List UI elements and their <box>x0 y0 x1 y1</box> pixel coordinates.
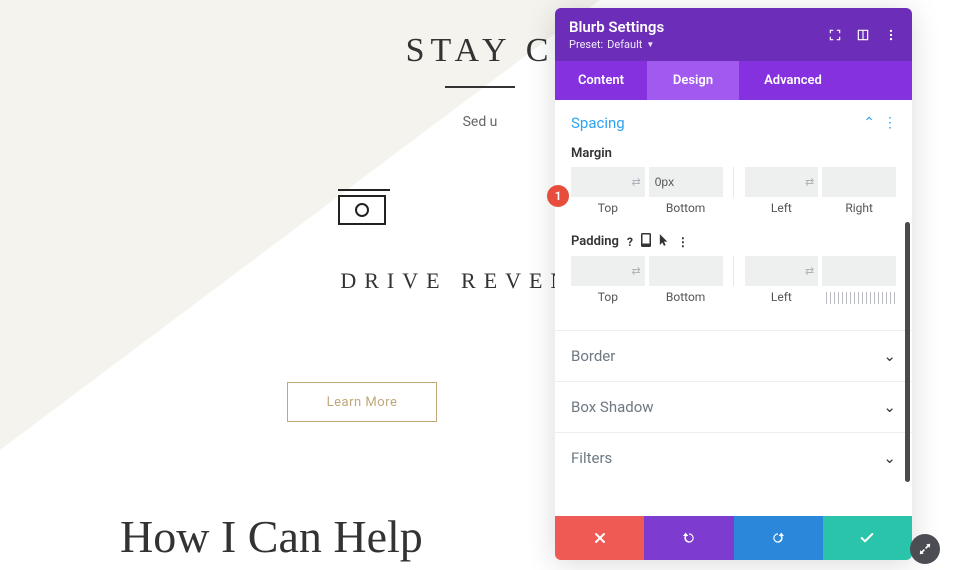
margin-inputs: ⇄ ⇄ <box>555 167 912 197</box>
redo-button[interactable] <box>734 516 823 560</box>
undo-icon <box>681 530 697 546</box>
redo-icon <box>770 530 786 546</box>
margin-left-input[interactable] <box>745 167 819 197</box>
accordion-filters[interactable]: Filters ⌄ <box>555 432 912 483</box>
panel-tabs: Content Design Advanced <box>555 61 912 100</box>
panel-title: Blurb Settings <box>569 18 828 36</box>
learn-more-button[interactable]: Learn More <box>287 382 437 422</box>
padding-top-input[interactable] <box>571 256 645 286</box>
money-icon <box>338 195 386 225</box>
tab-advanced[interactable]: Advanced <box>739 61 847 100</box>
chevron-down-icon: ⌄ <box>883 347 896 365</box>
expand-icon <box>918 542 932 556</box>
margin-sublabels: Top Bottom Left Right <box>555 197 912 225</box>
preset-selector[interactable]: Preset: Default ▼ <box>569 38 828 51</box>
accordion-box-shadow[interactable]: Box Shadow ⌄ <box>555 381 912 432</box>
margin-top-input[interactable] <box>571 167 645 197</box>
cursor-icon[interactable] <box>659 233 669 250</box>
padding-inputs: ⇄ ⇄ <box>555 256 912 286</box>
resize-hatch-icon[interactable] <box>826 292 896 304</box>
tab-design[interactable]: Design <box>647 61 739 100</box>
margin-right-input[interactable] <box>822 167 896 197</box>
focus-icon[interactable] <box>828 28 842 42</box>
preset-label: Preset: <box>569 38 603 51</box>
scrollbar-thumb[interactable] <box>905 222 910 482</box>
input-separator <box>733 167 734 197</box>
tab-content[interactable]: Content <box>555 61 647 100</box>
save-button[interactable] <box>823 516 912 560</box>
close-icon <box>592 530 608 546</box>
settings-panel: Blurb Settings Preset: Default ▼ Content… <box>555 8 912 560</box>
callout-badge-1: 1 <box>547 185 569 207</box>
undo-button[interactable] <box>644 516 733 560</box>
panel-header[interactable]: Blurb Settings Preset: Default ▼ <box>555 8 912 61</box>
more-icon[interactable] <box>884 28 898 42</box>
margin-bottom-input[interactable] <box>649 167 723 197</box>
spacing-section-header[interactable]: Spacing ⌃ ⋮ <box>555 100 912 138</box>
section-heading: How I Can Help <box>120 510 423 563</box>
cancel-button[interactable] <box>555 516 644 560</box>
caret-down-icon: ▼ <box>646 40 654 49</box>
padding-left-input[interactable] <box>745 256 819 286</box>
input-separator <box>733 256 734 286</box>
padding-label: Padding ? ⋮ <box>555 225 912 256</box>
padding-bottom-input[interactable] <box>649 256 723 286</box>
chevron-down-icon: ⌄ <box>883 449 896 467</box>
help-icon[interactable]: ? <box>627 235 633 249</box>
hero-triangle-bg <box>0 0 600 500</box>
chevron-down-icon: ⌄ <box>883 398 896 416</box>
chevron-up-icon[interactable]: ⌃ <box>863 115 875 131</box>
hero-title-underline <box>445 86 515 88</box>
section-more-icon[interactable]: ⋮ <box>883 115 896 131</box>
columns-icon[interactable] <box>856 28 870 42</box>
check-icon <box>859 530 875 546</box>
accordion-border[interactable]: Border ⌄ <box>555 330 912 381</box>
phone-icon[interactable] <box>641 233 651 250</box>
preset-value: Default <box>607 38 642 51</box>
panel-footer <box>555 516 912 560</box>
spacing-title: Spacing <box>571 114 863 132</box>
panel-body: Spacing ⌃ ⋮ Margin ⇄ ⇄ Top Bottom Left R… <box>555 100 912 516</box>
padding-right-input[interactable] <box>822 256 896 286</box>
margin-label: Margin <box>555 138 912 167</box>
expand-button[interactable] <box>910 534 940 564</box>
panel-scrollbar[interactable] <box>905 104 910 512</box>
field-more-icon[interactable]: ⋮ <box>677 235 687 249</box>
